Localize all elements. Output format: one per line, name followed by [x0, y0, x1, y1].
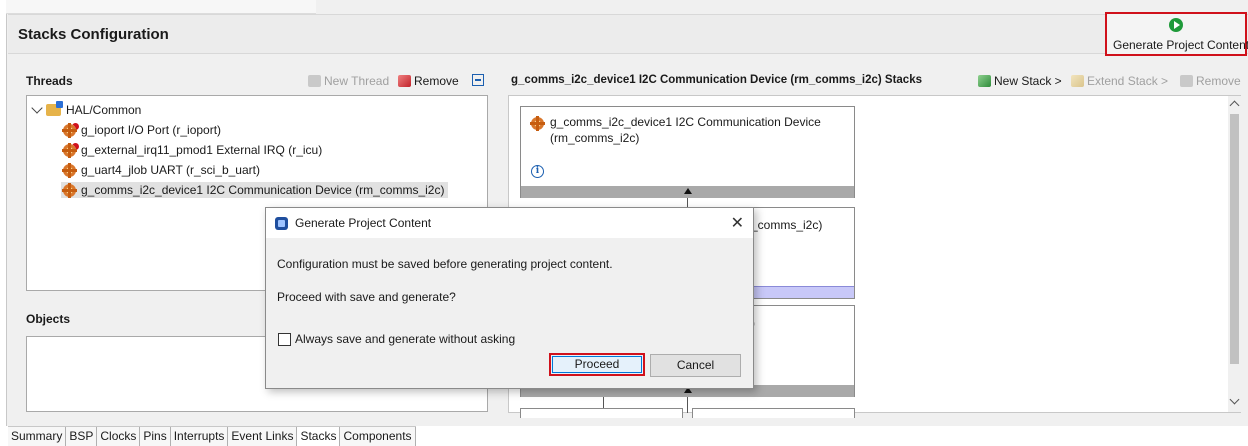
collapse-icon	[472, 74, 484, 86]
tree-item[interactable]: g_external_irq11_pmod1 External IRQ (r_i…	[62, 142, 323, 158]
threads-panel-title: Threads	[26, 74, 73, 88]
tab-event-links[interactable]: Event Links	[228, 427, 298, 446]
tab-stacks[interactable]: Stacks	[297, 427, 341, 446]
hal-folder-icon	[46, 101, 63, 116]
stack-block-subtitle: (rm_comms_i2c)	[550, 131, 640, 145]
remove-stack-icon	[1180, 75, 1193, 87]
extend-stack-icon	[1071, 75, 1084, 87]
tab-bsp[interactable]: BSP	[66, 427, 98, 446]
app-icon	[275, 217, 288, 230]
chevron-down-icon[interactable]	[31, 102, 43, 114]
page-title: Stacks Configuration	[18, 26, 169, 43]
dialog-title: Generate Project Content	[295, 216, 432, 230]
extend-stack-button[interactable]: Extend Stack >	[1071, 74, 1168, 88]
always-save-checkbox[interactable]	[278, 333, 291, 346]
scroll-down-icon[interactable]	[1229, 394, 1240, 405]
tree-item[interactable]: g_uart4_jlob UART (r_sci_b_uart)	[62, 162, 260, 178]
scroll-thumb[interactable]	[1230, 114, 1239, 364]
module-icon	[530, 116, 545, 131]
tab-components[interactable]: Components	[340, 427, 416, 446]
info-icon[interactable]: i	[531, 165, 544, 178]
tree-item-label: g_comms_i2c_device1 I2C Communication De…	[81, 183, 445, 197]
stack-block-add-bar[interactable]	[521, 186, 854, 198]
new-stack-label: New Stack >	[994, 74, 1062, 88]
collapse-all-button[interactable]	[472, 74, 484, 86]
dialog-message: Configuration must be saved before gener…	[277, 257, 613, 271]
new-stack-icon	[978, 75, 991, 87]
tree-item-label: g_ioport I/O Port (r_ioport)	[81, 123, 222, 137]
dialog-question: Proceed with save and generate?	[277, 290, 456, 304]
module-icon	[62, 162, 77, 178]
up-arrow-icon	[683, 188, 692, 194]
generate-project-content-dialog: Generate Project Content ✕ Configuration…	[265, 207, 754, 389]
module-icon	[62, 182, 77, 198]
new-thread-button[interactable]: New Thread	[308, 74, 389, 88]
tree-root-hal-common[interactable]: HAL/Common	[31, 101, 142, 117]
stack-connector	[687, 397, 688, 413]
extend-stack-label: Extend Stack >	[1087, 74, 1169, 88]
remove-icon	[398, 75, 411, 87]
editor-tab-strip	[6, 0, 316, 14]
dialog-titlebar[interactable]: Generate Project Content ✕	[266, 208, 753, 238]
module-icon	[62, 122, 77, 138]
remove-stack-button[interactable]: Remove	[1180, 74, 1241, 88]
tree-item-selected[interactable]: g_comms_i2c_device1 I2C Communication De…	[61, 182, 449, 198]
new-stack-button[interactable]: New Stack >	[978, 74, 1062, 88]
scroll-up-icon[interactable]	[1229, 100, 1240, 111]
cancel-button[interactable]: Cancel	[650, 354, 741, 377]
remove-stack-label: Remove	[1196, 74, 1241, 88]
proceed-button[interactable]: Proceed	[549, 353, 645, 376]
editor-bottom-tabs: Summary BSP Clocks Pins Interrupts Event…	[8, 426, 416, 446]
tree-item[interactable]: g_ioport I/O Port (r_ioport)	[62, 122, 222, 138]
header-bar: Stacks Configuration	[8, 14, 1248, 54]
tab-clocks[interactable]: Clocks	[97, 427, 141, 446]
close-icon[interactable]: ✕	[731, 213, 744, 233]
new-thread-icon	[308, 75, 321, 87]
generate-project-content-button[interactable]: Generate Project Content	[1105, 12, 1248, 56]
stacks-panel-title: g_comms_i2c_device1 I2C Communication De…	[511, 74, 922, 86]
tab-summary[interactable]: Summary	[8, 427, 67, 446]
tab-pins[interactable]: Pins	[140, 427, 171, 446]
tree-item-label: g_uart4_jlob UART (r_sci_b_uart)	[81, 163, 260, 177]
tree-root-label: HAL/Common	[66, 103, 142, 117]
remove-thread-button[interactable]: Remove	[398, 74, 459, 88]
stacks-vertical-scrollbar[interactable]	[1228, 96, 1241, 412]
tab-interrupts[interactable]: Interrupts	[170, 427, 229, 446]
generate-button-label: Generate Project Content	[1113, 38, 1248, 52]
stack-block-comms-i2c[interactable]: g_comms_i2c_device1 I2C Communication De…	[520, 106, 855, 198]
remove-thread-label: Remove	[414, 74, 459, 88]
stack-block-text: _comms_i2c)	[751, 218, 823, 232]
stack-block-title: g_comms_i2c_device1 I2C Communication De…	[550, 115, 821, 129]
objects-panel-title: Objects	[26, 312, 71, 326]
tree-item-label: g_external_irq11_pmod1 External IRQ (r_i…	[81, 143, 323, 157]
new-thread-label: New Thread	[324, 74, 390, 88]
play-icon	[1169, 18, 1183, 32]
always-save-checkbox-label[interactable]: Always save and generate without asking	[295, 332, 515, 346]
stack-block-child[interactable]	[692, 408, 855, 418]
module-icon	[62, 142, 77, 158]
stack-block-child[interactable]	[520, 408, 683, 418]
